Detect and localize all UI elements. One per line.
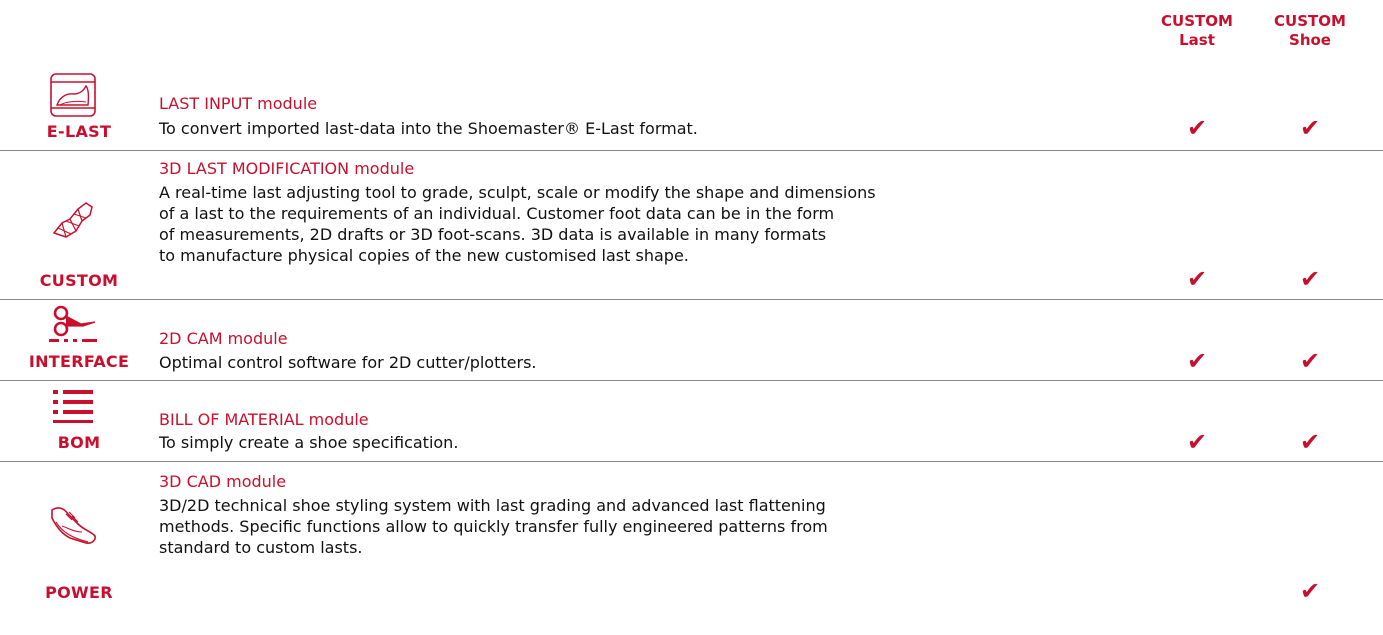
check-custom-last: ✔ bbox=[1186, 114, 1208, 142]
column-header-custom-last: CUSTOM Last bbox=[1161, 12, 1233, 49]
scissors-cut-icon bbox=[23, 304, 123, 344]
module-description: 3D/2D technical shoe styling system with… bbox=[159, 496, 828, 557]
column-header-custom-shoe: CUSTOM Shoe bbox=[1274, 12, 1346, 49]
check-custom-last: ✔ bbox=[1186, 347, 1208, 375]
shoe-icon bbox=[23, 502, 123, 548]
check-custom-shoe: ✔ bbox=[1299, 577, 1321, 605]
module-row-bom: BOM BILL OF MATERIAL module To simply cr… bbox=[0, 381, 1383, 462]
module-title: LAST INPUT module bbox=[159, 94, 318, 113]
module-row-power: POWER 3D CAD module 3D/2D technical shoe… bbox=[0, 462, 1383, 632]
module-title: 3D CAD module bbox=[159, 472, 287, 491]
module-title: 2D CAM module bbox=[159, 329, 288, 348]
module-tag: E-LAST bbox=[46, 122, 112, 141]
module-row-custom: CUSTOM 3D LAST MODIFICATION module A rea… bbox=[0, 151, 1383, 300]
module-description: Optimal control software for 2D cutter/p… bbox=[159, 353, 537, 372]
check-custom-last: ✔ bbox=[1186, 265, 1208, 293]
check-custom-shoe: ✔ bbox=[1299, 265, 1321, 293]
module-row-interface: INTERFACE 2D CAM module Optimal control … bbox=[0, 300, 1383, 381]
last-sculpt-icon bbox=[23, 197, 123, 241]
list-icon bbox=[23, 387, 123, 425]
last-box-icon bbox=[23, 72, 123, 118]
check-custom-shoe: ✔ bbox=[1299, 428, 1321, 456]
module-row-e-last: E-LAST LAST INPUT module To convert impo… bbox=[0, 70, 1383, 151]
column-headers: CUSTOM Last CUSTOM Shoe bbox=[0, 12, 1383, 62]
check-custom-last: ✔ bbox=[1186, 428, 1208, 456]
module-description: A real-time last adjusting tool to grade… bbox=[159, 183, 876, 265]
module-title: 3D LAST MODIFICATION module bbox=[159, 159, 415, 178]
module-title: BILL OF MATERIAL module bbox=[159, 410, 369, 429]
module-tag: POWER bbox=[45, 583, 113, 602]
module-tag: INTERFACE bbox=[28, 352, 130, 371]
check-custom-shoe: ✔ bbox=[1299, 347, 1321, 375]
module-tag: BOM bbox=[57, 433, 101, 452]
check-custom-shoe: ✔ bbox=[1299, 114, 1321, 142]
module-tag: CUSTOM bbox=[39, 271, 119, 290]
module-description: To simply create a shoe specification. bbox=[159, 433, 459, 452]
module-description: To convert imported last-data into the S… bbox=[159, 119, 698, 138]
